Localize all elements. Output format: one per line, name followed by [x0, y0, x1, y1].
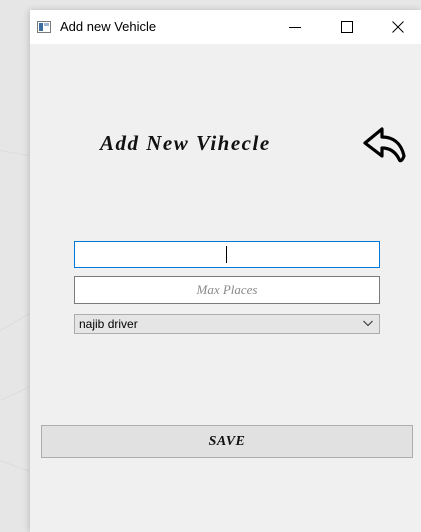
back-arrow-icon — [363, 127, 406, 163]
vehicle-name-input[interactable] — [74, 241, 380, 268]
window-title: Add new Vehicle — [60, 19, 157, 34]
save-button[interactable]: SAVE — [41, 425, 413, 458]
maximize-button[interactable] — [324, 10, 370, 44]
minimize-button[interactable] — [272, 10, 318, 44]
close-button[interactable] — [375, 10, 421, 44]
driver-select-value: najib driver — [79, 317, 138, 331]
text-cursor — [226, 246, 227, 263]
back-button[interactable] — [362, 126, 408, 166]
minimize-icon — [289, 27, 301, 28]
max-places-input[interactable]: Max Places — [74, 276, 380, 304]
close-icon — [392, 21, 404, 33]
chevron-down-icon — [363, 320, 373, 327]
add-vehicle-window: Add new Vehicle Add New Vihecle Max Plac… — [30, 10, 421, 532]
driver-select[interactable]: najib driver — [74, 314, 380, 334]
title-bar[interactable]: Add new Vehicle — [30, 10, 421, 44]
page-title: Add New Vihecle — [100, 131, 271, 155]
maximize-icon — [341, 21, 353, 33]
app-window-icon — [37, 21, 51, 33]
background-line — [0, 150, 30, 157]
